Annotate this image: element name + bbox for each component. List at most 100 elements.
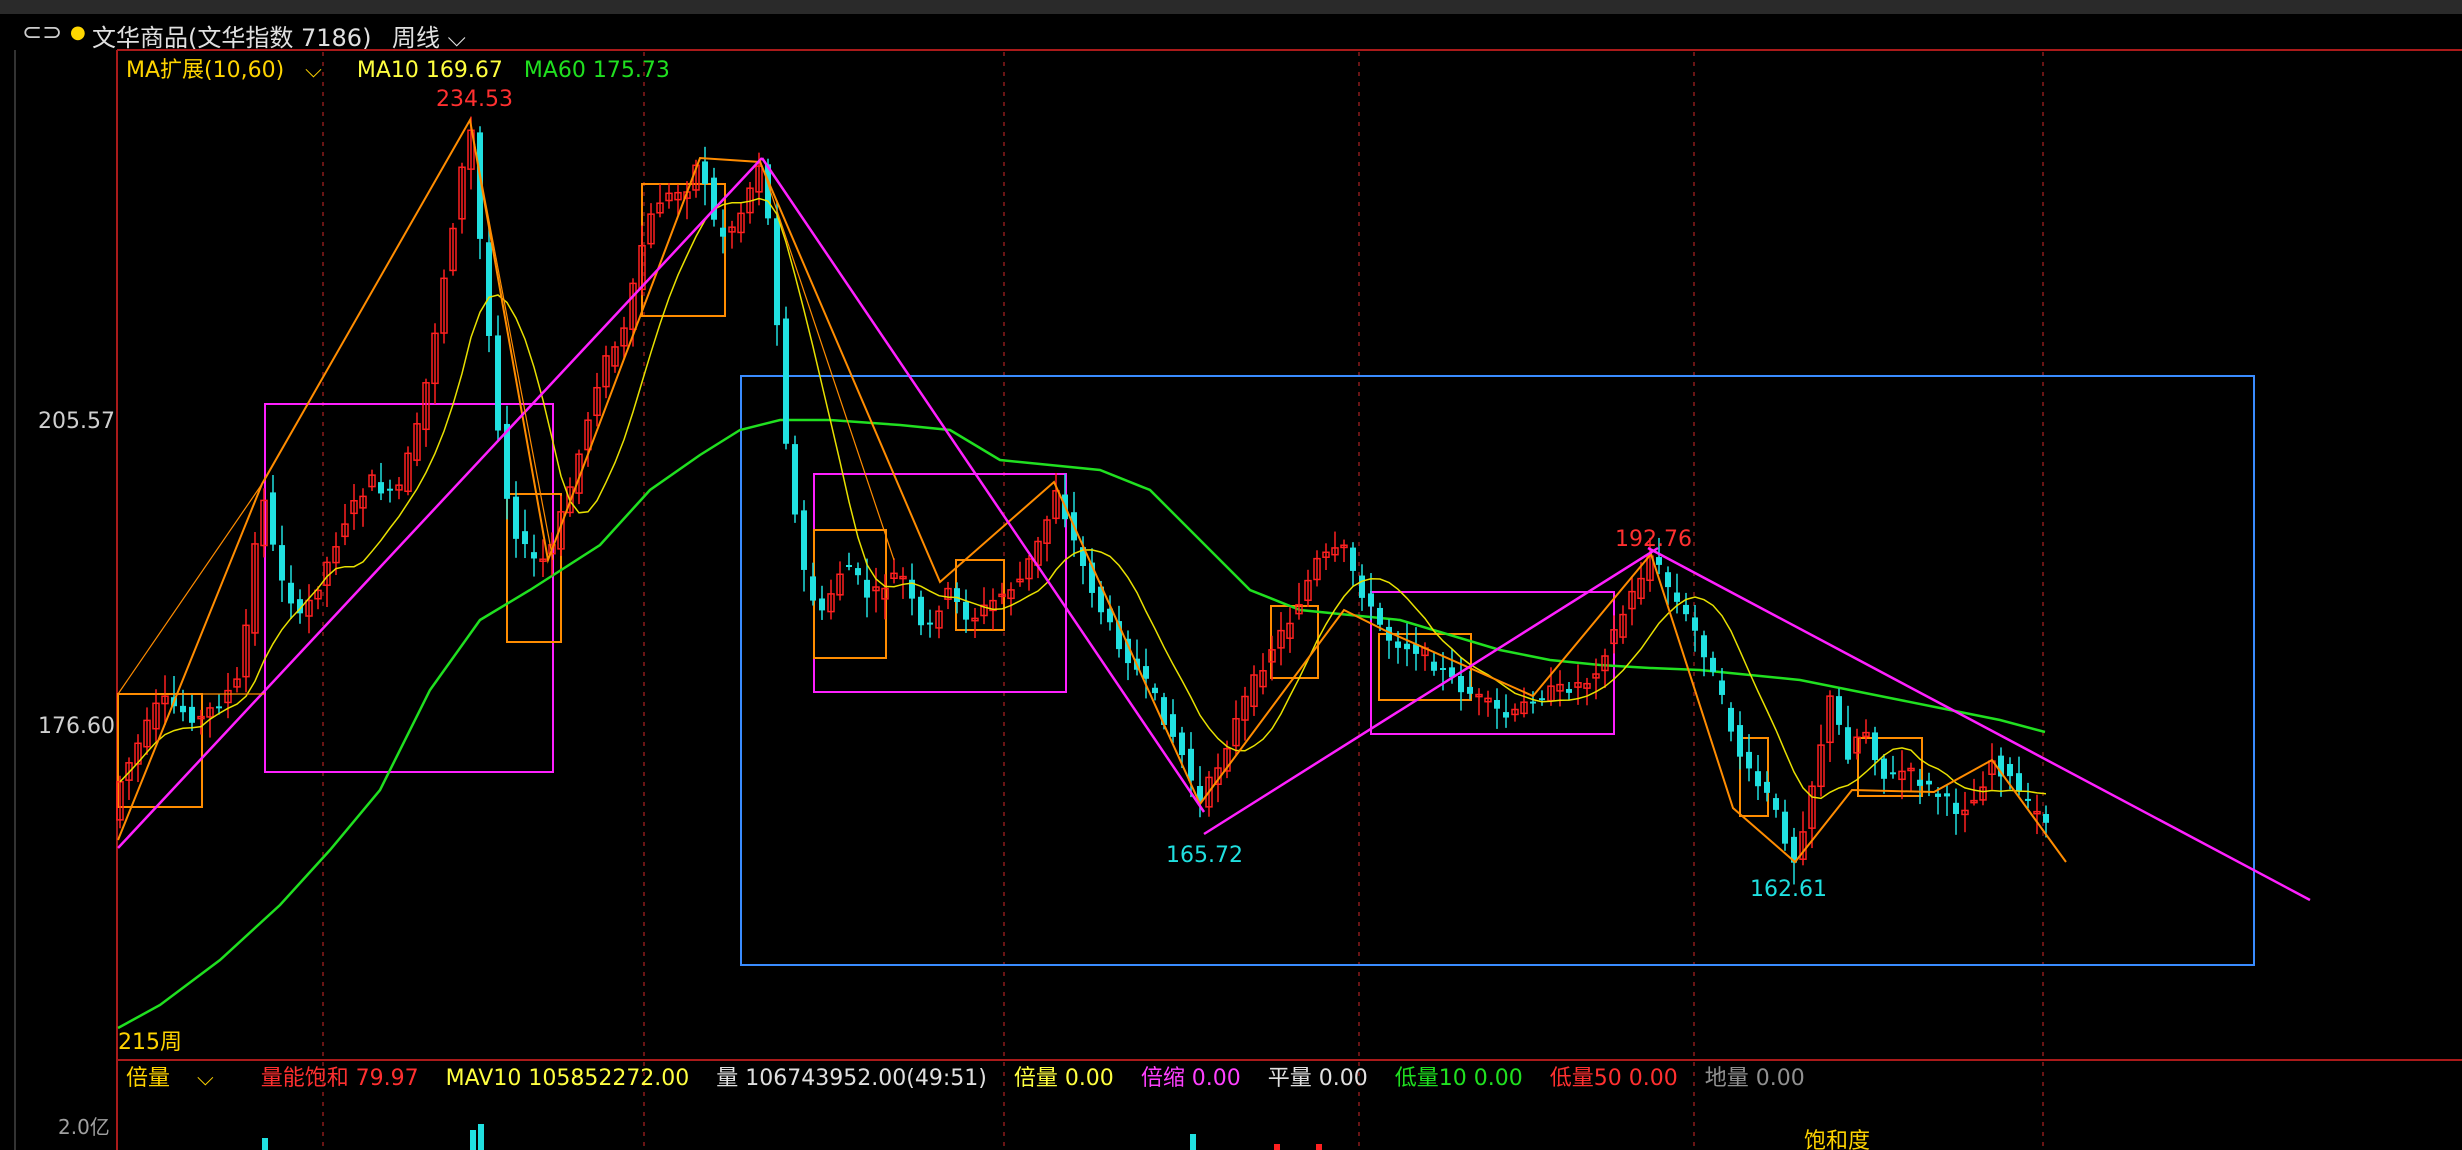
- candle-body: [1764, 781, 1770, 793]
- candle-body: [1665, 572, 1671, 588]
- candle-body: [513, 496, 519, 539]
- candle-body: [1170, 714, 1176, 737]
- trendline: [1203, 546, 1659, 836]
- candle-body: [801, 510, 807, 570]
- candle-body: [180, 705, 186, 713]
- candle-body: [1890, 772, 1896, 775]
- candle-body: [1656, 557, 1662, 565]
- volume-tick: 2.0亿: [58, 1115, 110, 1139]
- candle-body: [216, 706, 222, 709]
- candle-body: [1926, 780, 1932, 785]
- candle-body: [495, 335, 501, 431]
- candle-body: [1845, 727, 1851, 760]
- vol-item: 平量 0.00: [1267, 1066, 1368, 1091]
- vol-item: 低量50 0.00: [1549, 1066, 1678, 1091]
- candle-body: [792, 444, 798, 515]
- pivot-box: [1857, 737, 1923, 797]
- pivot-box: [813, 529, 887, 659]
- candle-body: [1755, 771, 1761, 787]
- candle-body: [486, 242, 492, 336]
- candle-body: [522, 531, 528, 545]
- low-label: 165.72: [1166, 843, 1243, 868]
- vol-item: 低量10 0.00: [1394, 1066, 1523, 1091]
- candle-body: [1836, 696, 1842, 725]
- volume-bars: [262, 1124, 1322, 1150]
- candle-body: [927, 622, 933, 625]
- candle-body: [1746, 751, 1752, 769]
- trendline: [1647, 546, 2311, 902]
- candle-body: [1917, 779, 1923, 786]
- candle-body: [1395, 641, 1401, 648]
- candle-body: [1494, 700, 1500, 709]
- candle-body: [2007, 763, 2013, 777]
- candle-body: [1701, 635, 1707, 658]
- price-tick: 205.57: [38, 409, 115, 434]
- candle-body: [1674, 592, 1680, 602]
- candle-body: [702, 161, 708, 184]
- candle-body: [1179, 732, 1185, 756]
- volume-bar: [478, 1124, 484, 1150]
- candle-body: [1935, 793, 1941, 797]
- candle-body: [1503, 712, 1509, 718]
- volume-mode-selector[interactable]: 倍量 ⌵: [126, 1066, 234, 1091]
- candle-body: [1467, 686, 1473, 694]
- candle-body: [855, 568, 861, 576]
- ma60-line: [117, 418, 2046, 1030]
- candle-body: [864, 579, 870, 598]
- vol-item: 量能饱和 79.97: [260, 1066, 419, 1091]
- candle-body: [1350, 547, 1356, 571]
- candle-body: [774, 218, 780, 326]
- candle-body: [954, 588, 960, 602]
- candle-body: [1944, 793, 1950, 797]
- vol-item: 地量 0.00: [1704, 1066, 1805, 1091]
- price-tick: 176.60: [38, 714, 115, 739]
- candle-body: [1782, 811, 1788, 844]
- candle-body: [1683, 604, 1689, 615]
- volume-bar: [470, 1130, 476, 1150]
- candle-body: [1440, 668, 1446, 671]
- candle-body: [1692, 617, 1698, 631]
- volume-mode-label: 倍量: [126, 1066, 171, 1091]
- chevron-down-icon: ⌵: [190, 1066, 214, 1091]
- candle-body: [2025, 798, 2031, 801]
- candle-body: [1377, 607, 1383, 625]
- low-label: 162.61: [1750, 877, 1827, 902]
- channel-line: [759, 159, 895, 561]
- candle-body: [1143, 666, 1149, 679]
- candle-body: [963, 601, 969, 620]
- saturation-label: 饱和度: [1804, 1129, 1870, 1150]
- candle-body: [783, 318, 789, 444]
- high-label: 234.53: [436, 87, 513, 112]
- ma10-line: [119, 197, 2047, 800]
- candle-body: [531, 552, 537, 559]
- candlestick-chart[interactable]: 205.57 176.60 215周 2.0亿 234.53 192.76 16…: [0, 0, 2462, 1150]
- candle-body: [2043, 814, 2049, 823]
- candle-body: [1953, 802, 1959, 814]
- candle-body: [1719, 680, 1725, 695]
- grid-lines: [322, 52, 2044, 1150]
- candle-body: [1539, 698, 1545, 701]
- candle-body: [1737, 725, 1743, 757]
- volume-bar: [1316, 1144, 1322, 1150]
- volume-legend: 倍量 ⌵ 量能饱和 79.97 MAV10 105852272.00 量 106…: [126, 1060, 1825, 1092]
- trendlines: [117, 157, 2311, 902]
- candle-body: [846, 565, 852, 568]
- candle-body: [1710, 657, 1716, 672]
- candle-body: [1773, 798, 1779, 810]
- candle-body: [1431, 661, 1437, 671]
- period-count-label: 215周: [118, 1030, 182, 1055]
- candle-body: [1872, 732, 1878, 761]
- vol-item: 量 106743952.00(49:51): [716, 1066, 987, 1091]
- pivot-boxes: [117, 183, 1923, 817]
- candle-body: [1881, 758, 1887, 779]
- candle-body: [819, 598, 825, 611]
- candle-body: [1728, 707, 1734, 732]
- candle-body: [378, 482, 384, 494]
- candle-body: [720, 227, 726, 237]
- candle-body: [2016, 773, 2022, 792]
- candle-body: [288, 582, 294, 604]
- candle-body: [1404, 643, 1410, 650]
- candle-body: [1188, 748, 1194, 781]
- vol-item: 倍缩 0.00: [1140, 1066, 1241, 1091]
- candle-body: [1458, 676, 1464, 693]
